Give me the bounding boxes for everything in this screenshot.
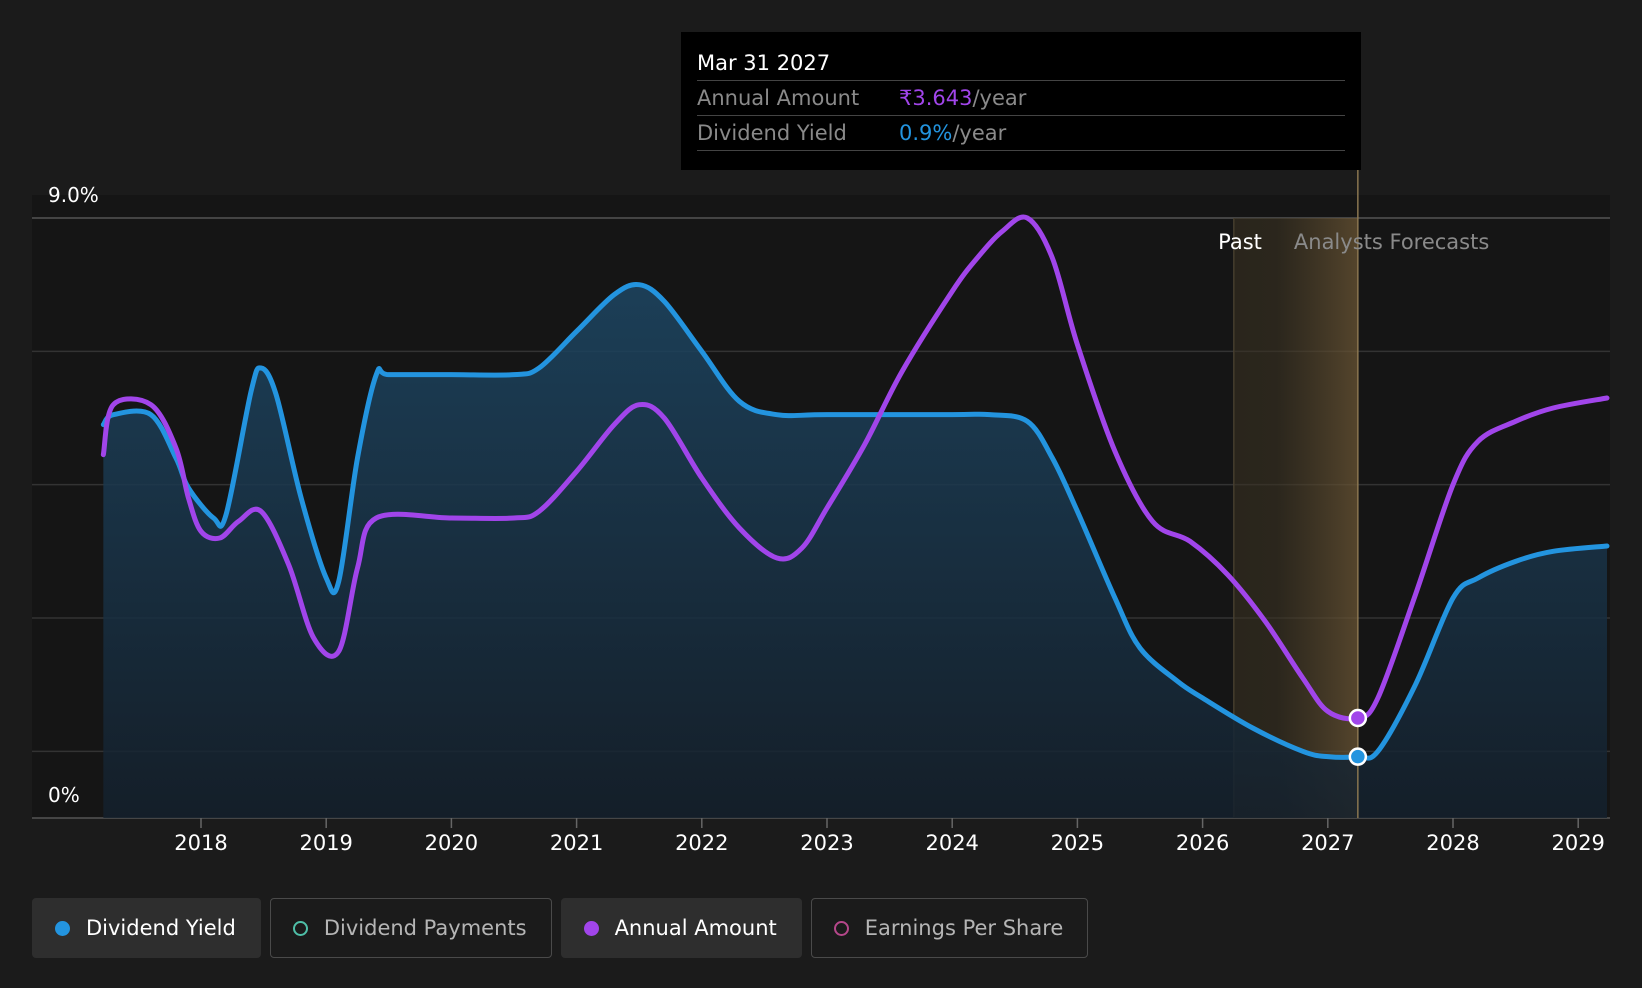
x-axis-ticks: 2018 2019 2020 2021 2022 2023 2024 2025 2026 2027… xyxy=(174,818,1605,855)
x-tick-label: 2020 xyxy=(425,831,478,855)
tooltip: Mar 31 2027 Annual Amount ₹3.643 /year D… xyxy=(681,32,1361,170)
x-tick-label: 2021 xyxy=(550,831,603,855)
tooltip-value: 0.9% xyxy=(899,121,953,145)
legend-dot-icon xyxy=(583,920,599,936)
legend-label: Earnings Per Share xyxy=(864,916,1064,940)
x-tick-label: 2023 xyxy=(800,831,853,855)
legend-label: Dividend Payments xyxy=(323,916,527,940)
tooltip-row-dividend-yield: Dividend Yield 0.9% /year xyxy=(697,116,1345,151)
x-tick-label: 2027 xyxy=(1301,831,1354,855)
tooltip-value: ₹3.643 xyxy=(899,86,973,110)
x-tick-label: 2028 xyxy=(1426,831,1479,855)
legend: Dividend Yield Dividend Payments Annual … xyxy=(32,898,1089,958)
legend-item-dividend-yield[interactable]: Dividend Yield xyxy=(32,898,261,958)
x-tick-label: 2024 xyxy=(925,831,978,855)
x-tick-label: 2025 xyxy=(1051,831,1104,855)
legend-item-earnings-per-share[interactable]: Earnings Per Share xyxy=(810,898,1089,958)
tooltip-label: Annual Amount xyxy=(697,86,860,110)
y-axis-bottom-label: 0% xyxy=(48,783,80,807)
legend-dot-icon xyxy=(833,920,849,936)
forecast-label: Analysts Forecasts xyxy=(1294,230,1489,254)
legend-item-annual-amount[interactable]: Annual Amount xyxy=(560,898,802,958)
x-tick-label: 2018 xyxy=(174,831,227,855)
x-tick-label: 2029 xyxy=(1551,831,1604,855)
x-tick-label: 2019 xyxy=(299,831,352,855)
legend-item-dividend-payments[interactable]: Dividend Payments xyxy=(269,898,552,958)
legend-dot-icon xyxy=(292,920,308,936)
x-tick-label: 2026 xyxy=(1176,831,1229,855)
legend-label: Dividend Yield xyxy=(86,916,236,940)
tooltip-unit: /year xyxy=(972,86,1027,110)
tooltip-label: Dividend Yield xyxy=(697,121,847,145)
tooltip-date: Mar 31 2027 xyxy=(697,46,1345,81)
legend-label: Annual Amount xyxy=(614,916,777,940)
y-axis-top-label: 9.0% xyxy=(48,183,99,207)
dividend-yield-marker xyxy=(1348,747,1368,766)
legend-dot-icon xyxy=(55,920,70,936)
tooltip-row-annual-amount: Annual Amount ₹3.643 /year xyxy=(697,81,1345,116)
x-tick-label: 2022 xyxy=(675,831,728,855)
past-label: Past xyxy=(1218,230,1262,254)
annual-amount-marker xyxy=(1348,708,1368,728)
tooltip-unit: /year xyxy=(952,121,1007,145)
